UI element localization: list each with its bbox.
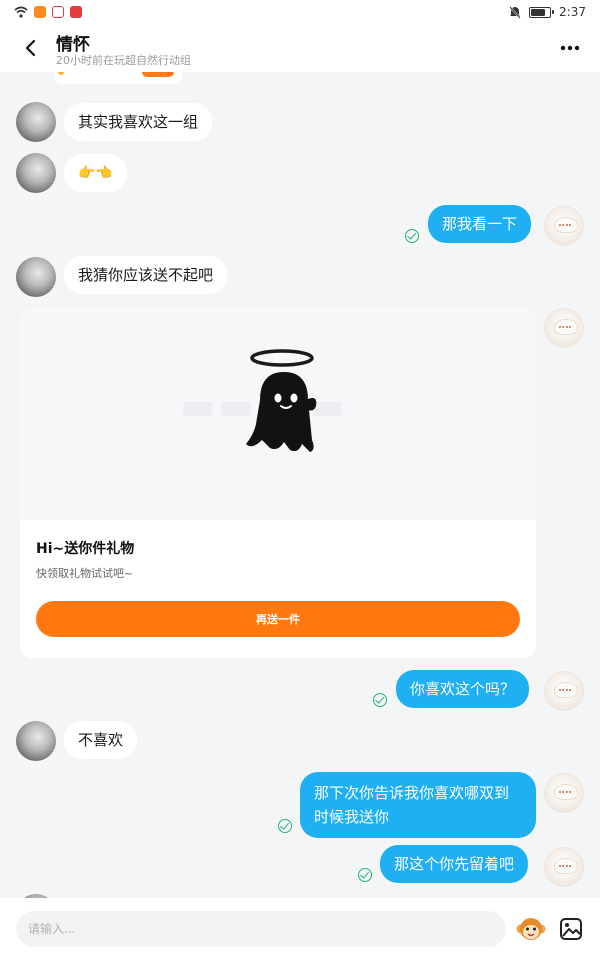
image-icon <box>560 918 582 940</box>
avatar-contact[interactable] <box>16 721 56 761</box>
music-app-icon <box>52 6 64 18</box>
avatar-contact[interactable] <box>16 257 56 297</box>
gift-card-description: 快领取礼物试试吧~ <box>36 567 134 580</box>
video-app-icon <box>34 6 46 18</box>
read-check-icon <box>278 819 292 833</box>
gift-image: ▬▬ ▬▬ <box>20 308 536 520</box>
read-check-icon <box>358 868 372 882</box>
read-check-icon <box>405 229 419 243</box>
partial-card-button[interactable] <box>142 72 174 77</box>
status-bar-left <box>14 6 82 18</box>
ghost-gift-icon <box>232 340 332 470</box>
status-time: 2:37 <box>559 5 586 19</box>
emoji-button[interactable] <box>516 915 546 943</box>
status-bar: 2:37 <box>0 0 600 24</box>
avatar-self[interactable] <box>544 847 584 887</box>
read-check-icon <box>373 693 387 707</box>
message-bubble[interactable]: 不喜欢 <box>64 721 138 759</box>
send-another-gift-button[interactable]: 再送一件 <box>36 601 520 637</box>
status-bar-right: 2:37 <box>509 5 586 19</box>
chevron-left-icon <box>25 39 36 57</box>
chat-header: 情怀 20小时前在玩超自然行动组 <box>0 24 600 72</box>
message-bubble[interactable]: 其实我喜欢这一组 <box>64 103 213 141</box>
coin-icon <box>58 72 64 75</box>
avatar-self[interactable] <box>544 308 584 348</box>
message-bubble[interactable]: 我猜你应该送不起吧 <box>64 256 228 294</box>
chat-messages[interactable]: 其实我喜欢这一组 👉👈 那我看一下 我猜你应该送不起吧 ▬▬ ▬▬ Hi~送你件 <box>0 72 600 898</box>
wifi-icon <box>14 6 28 18</box>
message-input[interactable] <box>16 911 506 947</box>
avatar-contact[interactable] <box>16 153 56 193</box>
message-bubble[interactable]: 那下次你告诉我你喜欢哪双到时候我送你 <box>300 772 536 838</box>
avatar-contact[interactable] <box>16 102 56 142</box>
more-dots-icon <box>560 45 580 51</box>
input-bar <box>0 898 600 960</box>
avatar-self[interactable] <box>544 773 584 813</box>
gift-card-title: Hi~送你件礼物 <box>36 541 135 557</box>
battery-icon <box>529 6 555 18</box>
gift-card[interactable]: ▬▬ ▬▬ Hi~送你件礼物 快领取礼物试试吧~ 再送一件 <box>20 308 536 658</box>
back-button[interactable] <box>16 34 44 62</box>
image-button[interactable] <box>558 916 584 942</box>
more-options-button[interactable] <box>558 38 582 58</box>
message-bubble[interactable]: 那我看一下 <box>428 205 532 243</box>
mute-bell-icon <box>509 5 521 19</box>
monkey-emoji-icon <box>516 918 546 940</box>
avatar-self[interactable] <box>544 206 584 246</box>
message-bubble[interactable]: 👉👈 <box>64 154 127 192</box>
message-bubble[interactable]: 那这个你先留着吧 <box>380 845 529 883</box>
avatar-self[interactable] <box>544 671 584 711</box>
message-bubble[interactable]: 你喜欢这个吗？ <box>396 670 530 708</box>
contact-status: 20小时前在玩超自然行动组 <box>56 54 191 67</box>
news-app-icon <box>70 6 82 18</box>
partial-gift-card[interactable] <box>54 72 182 84</box>
